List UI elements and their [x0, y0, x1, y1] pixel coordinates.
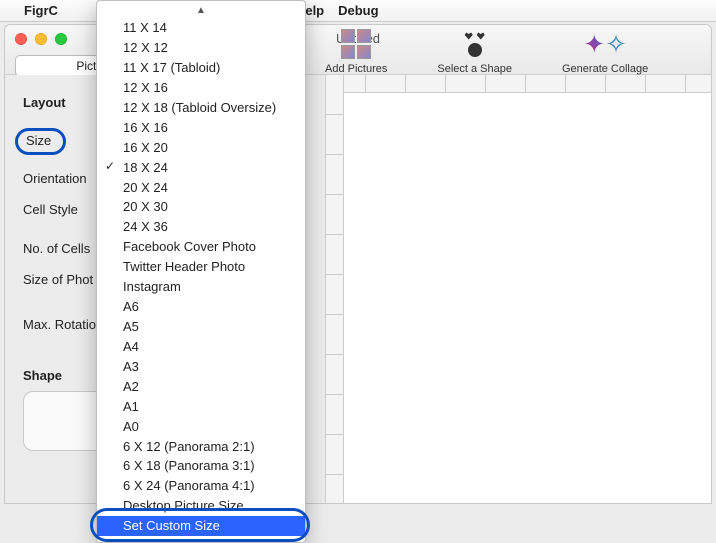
size-menu-item[interactable]: 12 X 12	[97, 38, 305, 58]
menu-item-label: 6 X 12 (Panorama 2:1)	[123, 439, 255, 454]
size-menu-item[interactable]: A5	[97, 317, 305, 337]
menu-item-label: Desktop Picture Size	[123, 498, 244, 513]
menu-item-label: 12 X 16	[123, 80, 168, 95]
toolbar: Add Pictures Select a Shape ✦✧ Generate …	[325, 29, 691, 75]
add-pictures-button[interactable]: Add Pictures	[325, 29, 387, 75]
size-menu-item[interactable]: 16 X 16	[97, 118, 305, 138]
toolbar-label: Select a Shape	[437, 63, 512, 75]
menu-item-label: 12 X 18 (Tabloid Oversize)	[123, 100, 276, 115]
size-menu-item[interactable]: 12 X 16	[97, 78, 305, 98]
collage-icon: ✦✧	[583, 31, 627, 57]
app-menu[interactable]: FigrC	[24, 3, 58, 18]
pictures-icon	[341, 29, 371, 59]
check-icon: ✓	[105, 158, 115, 174]
size-menu-item[interactable]: 11 X 14	[97, 18, 305, 38]
menu-item-label: A5	[123, 319, 139, 334]
menu-item-label: 11 X 17 (Tabloid)	[123, 60, 220, 75]
ruler-horizontal	[326, 75, 711, 93]
menu-item-label: A2	[123, 379, 139, 394]
size-menu-item[interactable]: Facebook Cover Photo	[97, 237, 305, 257]
menu-item-label: 18 X 24	[123, 160, 168, 175]
size-menu-item[interactable]: 20 X 24	[97, 177, 305, 197]
menu-item-label: 16 X 20	[123, 140, 168, 155]
canvas[interactable]	[325, 75, 711, 503]
size-menu-item[interactable]: A0	[97, 416, 305, 436]
minimize-icon[interactable]	[35, 33, 47, 45]
menu-item-label: 6 X 18 (Panorama 3:1)	[123, 458, 255, 473]
menu-item-label: 20 X 30	[123, 199, 168, 214]
menu-item-label: 12 X 12	[123, 40, 168, 55]
menu-item-label: A0	[123, 419, 139, 434]
scroll-up-icon[interactable]: ▲	[97, 5, 305, 18]
size-menu-item[interactable]: 16 X 20	[97, 138, 305, 158]
zoom-icon[interactable]	[55, 33, 67, 45]
size-menu-item[interactable]: 6 X 24 (Panorama 4:1)	[97, 476, 305, 496]
menu-item-label: A4	[123, 339, 139, 354]
size-menu-item[interactable]: A1	[97, 397, 305, 417]
debug-menu[interactable]: Debug	[338, 3, 378, 18]
size-menu-item[interactable]: Set Custom Size	[97, 516, 305, 536]
close-icon[interactable]	[15, 33, 27, 45]
generate-collage-button[interactable]: ✦✧ Generate Collage	[562, 29, 648, 75]
size-menu-item[interactable]: A2	[97, 377, 305, 397]
size-menu-item[interactable]: 6 X 12 (Panorama 2:1)	[97, 436, 305, 456]
select-shape-button[interactable]: Select a Shape	[437, 29, 512, 75]
ruler-vertical	[326, 75, 344, 503]
size-menu-item[interactable]: Twitter Header Photo	[97, 257, 305, 277]
menu-item-label: A3	[123, 359, 139, 374]
size-menu-item[interactable]: A3	[97, 357, 305, 377]
menu-item-label: Instagram	[123, 279, 181, 294]
shape-icon	[464, 31, 486, 57]
size-menu-item[interactable]: A6	[97, 297, 305, 317]
size-menu-item[interactable]: 12 X 18 (Tabloid Oversize)	[97, 98, 305, 118]
menu-item-label: A1	[123, 399, 139, 414]
size-menu-item[interactable]: ✓ 18 X 24	[97, 157, 305, 177]
menu-item-label: Set Custom Size	[123, 518, 220, 533]
size-menu-item[interactable]: 6 X 18 (Panorama 3:1)	[97, 456, 305, 476]
menu-item-label: 16 X 16	[123, 120, 168, 135]
size-menu-item[interactable]: 20 X 30	[97, 197, 305, 217]
size-dropdown[interactable]: ▲ 11 X 14 12 X 12 11 X 17 (Tabloid) 12 X 16…	[96, 0, 306, 543]
size-menu-item[interactable]: Desktop Picture Size	[97, 496, 305, 516]
size-menu-item[interactable]: Instagram	[97, 277, 305, 297]
size-menu-item[interactable]: 24 X 36	[97, 217, 305, 237]
menu-item-label: 6 X 24 (Panorama 4:1)	[123, 478, 255, 493]
window-controls	[15, 33, 67, 45]
menu-item-label: Facebook Cover Photo	[123, 239, 256, 254]
size-menu-item[interactable]: 11 X 17 (Tabloid)	[97, 58, 305, 78]
menu-item-label: 20 X 24	[123, 180, 168, 195]
toolbar-label: Add Pictures	[325, 63, 387, 75]
menu-item-label: A6	[123, 299, 139, 314]
menu-item-label: 24 X 36	[123, 219, 168, 234]
size-menu-item[interactable]: A4	[97, 337, 305, 357]
menu-item-label: 11 X 14	[123, 20, 167, 35]
toolbar-label: Generate Collage	[562, 63, 648, 75]
menu-item-label: Twitter Header Photo	[123, 259, 245, 274]
